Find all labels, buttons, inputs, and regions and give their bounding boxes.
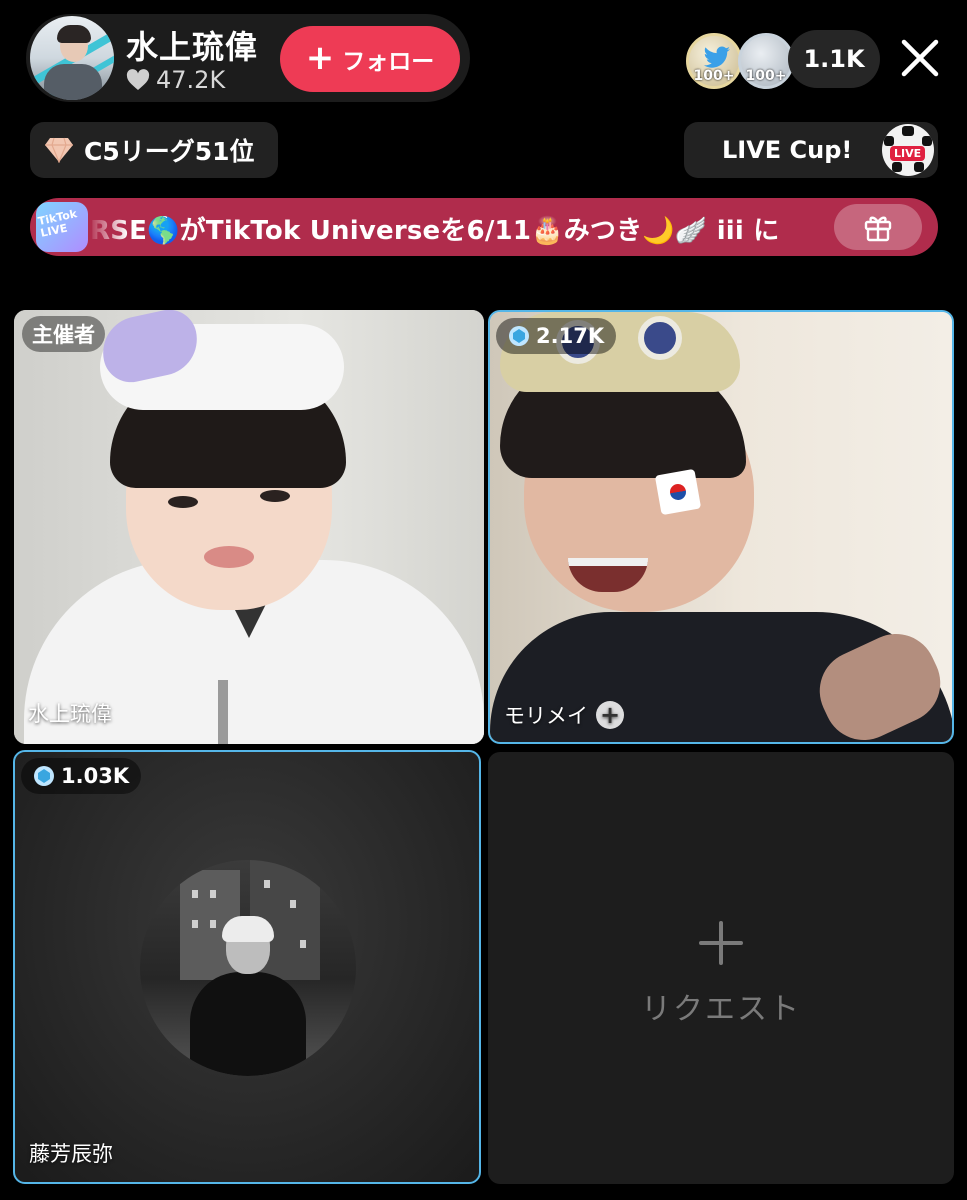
tiktok-live-logo: TikTok LIVE	[36, 202, 88, 252]
viewer-count[interactable]: 1.1K	[788, 30, 880, 88]
guest1-score-tag: 2.17K	[496, 318, 617, 354]
gem-icon	[34, 766, 54, 786]
add-icon	[699, 921, 743, 965]
live-cup-pill[interactable]: LIVE Cup! LIVE	[684, 122, 938, 178]
guest2-score: 1.03K	[61, 764, 130, 788]
follow-guest-plus-icon[interactable]: +	[596, 701, 624, 729]
guest-video-cell-2[interactable]: 1.03K 藤芳辰弥	[13, 750, 481, 1184]
guest2-score-tag: 1.03K	[21, 758, 142, 794]
league-rank-pill[interactable]: C5リーグ51位	[30, 122, 278, 178]
host-video-cell[interactable]: 主催者 水上琉偉	[14, 310, 484, 744]
host-cell-name-label: 水上琉偉	[28, 702, 112, 726]
gem-icon	[509, 326, 529, 346]
league-rank-label: C5リーグ51位	[84, 137, 255, 166]
guest2-avatar	[140, 860, 356, 1076]
host-likes-count: 47.2K	[156, 66, 226, 94]
host-role-label: 主催者	[32, 323, 95, 347]
guest2-name-label: 藤芳辰弥	[29, 1142, 113, 1166]
host-avatar[interactable]	[30, 16, 114, 100]
host-name: 水上琉偉	[126, 28, 259, 66]
diamond-icon	[45, 137, 73, 163]
plus-icon: +	[305, 37, 335, 78]
badge-count: 100+	[693, 68, 735, 84]
banner-text: RSE🌎がTikTok Universeを6/11🎂みつき🌙🪽 iii に	[90, 216, 780, 246]
host-likes: 47.2K	[126, 66, 225, 94]
guest2-cell-name: 藤芳辰弥	[29, 1138, 113, 1168]
guest1-cell-name: モリメイ +	[504, 700, 624, 730]
bird-icon	[703, 46, 730, 68]
follow-button[interactable]: + フォロー	[280, 26, 460, 92]
guest1-name-label: モリメイ	[504, 704, 588, 728]
gift-button[interactable]	[834, 204, 922, 250]
banner-logo-text: TikTok LIVE	[36, 207, 79, 240]
top-viewer-badge-2[interactable]: 100+	[738, 33, 794, 89]
host-role-tag: 主催者	[22, 316, 105, 352]
live-tag: LIVE	[890, 146, 926, 161]
live-cup-label: LIVE Cup!	[722, 136, 853, 164]
close-icon[interactable]	[900, 38, 940, 78]
host-cell-name: 水上琉偉	[28, 698, 112, 728]
gift-icon	[864, 216, 892, 242]
korea-flag-sticker	[654, 468, 702, 516]
badge-count: 100+	[745, 68, 787, 84]
soccer-ball-icon: LIVE	[882, 124, 934, 176]
request-slot[interactable]: リクエスト	[488, 752, 954, 1184]
announcement-banner[interactable]: TikTok LIVE RSE🌎がTikTok Universeを6/11🎂みつ…	[30, 198, 938, 256]
follow-label: フォロー	[342, 49, 435, 75]
guest1-score: 2.17K	[536, 324, 605, 348]
request-label: リクエスト	[641, 992, 801, 1027]
heart-icon	[126, 69, 150, 90]
top-viewer-badge-1[interactable]: 100+	[686, 33, 742, 89]
guest-video-cell-1[interactable]: 2.17K モリメイ +	[488, 310, 954, 744]
